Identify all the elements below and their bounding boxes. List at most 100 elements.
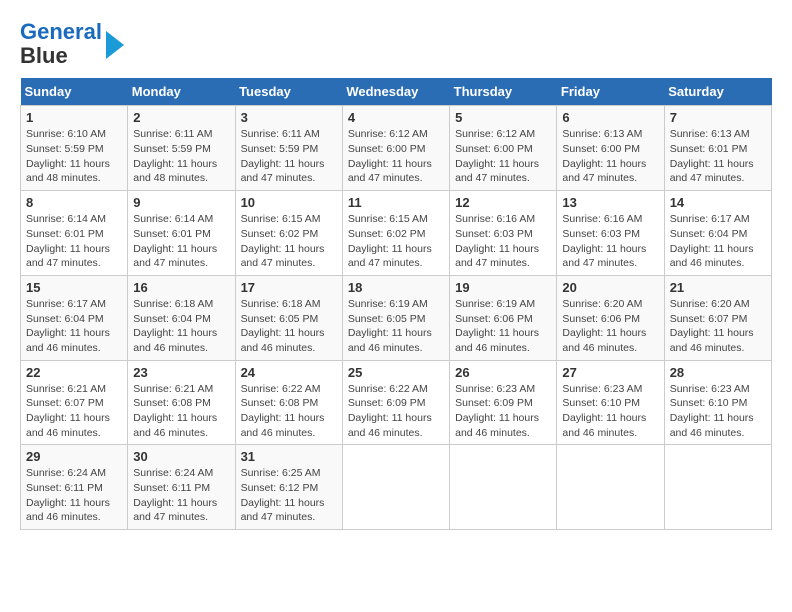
calendar-day-cell: 8 Sunrise: 6:14 AMSunset: 6:01 PMDayligh… <box>21 191 128 276</box>
day-detail: Sunrise: 6:23 AMSunset: 6:10 PMDaylight:… <box>670 382 766 441</box>
day-detail: Sunrise: 6:13 AMSunset: 6:01 PMDaylight:… <box>670 127 766 186</box>
day-number: 30 <box>133 449 229 464</box>
day-detail: Sunrise: 6:12 AMSunset: 6:00 PMDaylight:… <box>348 127 444 186</box>
day-detail: Sunrise: 6:24 AMSunset: 6:11 PMDaylight:… <box>133 466 229 525</box>
day-number: 19 <box>455 280 551 295</box>
day-detail: Sunrise: 6:10 AMSunset: 5:59 PMDaylight:… <box>26 127 122 186</box>
day-number: 28 <box>670 365 766 380</box>
calendar-day-cell: 6 Sunrise: 6:13 AMSunset: 6:00 PMDayligh… <box>557 106 664 191</box>
day-number: 27 <box>562 365 658 380</box>
day-header-friday: Friday <box>557 78 664 106</box>
day-detail: Sunrise: 6:19 AMSunset: 6:05 PMDaylight:… <box>348 297 444 356</box>
day-number: 9 <box>133 195 229 210</box>
calendar-day-cell: 30 Sunrise: 6:24 AMSunset: 6:11 PMDaylig… <box>128 445 235 530</box>
day-number: 11 <box>348 195 444 210</box>
calendar-day-cell: 12 Sunrise: 6:16 AMSunset: 6:03 PMDaylig… <box>450 191 557 276</box>
calendar-day-cell: 18 Sunrise: 6:19 AMSunset: 6:05 PMDaylig… <box>342 275 449 360</box>
day-number: 2 <box>133 110 229 125</box>
day-header-sunday: Sunday <box>21 78 128 106</box>
day-detail: Sunrise: 6:14 AMSunset: 6:01 PMDaylight:… <box>26 212 122 271</box>
day-number: 7 <box>670 110 766 125</box>
calendar-day-cell: 17 Sunrise: 6:18 AMSunset: 6:05 PMDaylig… <box>235 275 342 360</box>
calendar-week-row: 1 Sunrise: 6:10 AMSunset: 5:59 PMDayligh… <box>21 106 772 191</box>
day-number: 23 <box>133 365 229 380</box>
calendar-day-cell: 9 Sunrise: 6:14 AMSunset: 6:01 PMDayligh… <box>128 191 235 276</box>
calendar-day-cell: 19 Sunrise: 6:19 AMSunset: 6:06 PMDaylig… <box>450 275 557 360</box>
day-detail: Sunrise: 6:20 AMSunset: 6:07 PMDaylight:… <box>670 297 766 356</box>
day-header-tuesday: Tuesday <box>235 78 342 106</box>
page-header: GeneralBlue <box>20 20 772 68</box>
day-number: 17 <box>241 280 337 295</box>
day-number: 22 <box>26 365 122 380</box>
calendar-day-cell: 10 Sunrise: 6:15 AMSunset: 6:02 PMDaylig… <box>235 191 342 276</box>
day-detail: Sunrise: 6:15 AMSunset: 6:02 PMDaylight:… <box>348 212 444 271</box>
day-number: 15 <box>26 280 122 295</box>
day-detail: Sunrise: 6:21 AMSunset: 6:08 PMDaylight:… <box>133 382 229 441</box>
day-detail: Sunrise: 6:16 AMSunset: 6:03 PMDaylight:… <box>455 212 551 271</box>
calendar-header-row: SundayMondayTuesdayWednesdayThursdayFrid… <box>21 78 772 106</box>
day-detail: Sunrise: 6:13 AMSunset: 6:00 PMDaylight:… <box>562 127 658 186</box>
calendar-day-cell: 29 Sunrise: 6:24 AMSunset: 6:11 PMDaylig… <box>21 445 128 530</box>
day-detail: Sunrise: 6:14 AMSunset: 6:01 PMDaylight:… <box>133 212 229 271</box>
day-detail: Sunrise: 6:23 AMSunset: 6:09 PMDaylight:… <box>455 382 551 441</box>
day-number: 13 <box>562 195 658 210</box>
calendar-day-cell: 31 Sunrise: 6:25 AMSunset: 6:12 PMDaylig… <box>235 445 342 530</box>
empty-cell <box>557 445 664 530</box>
day-detail: Sunrise: 6:22 AMSunset: 6:09 PMDaylight:… <box>348 382 444 441</box>
calendar-day-cell: 21 Sunrise: 6:20 AMSunset: 6:07 PMDaylig… <box>664 275 771 360</box>
calendar-day-cell: 14 Sunrise: 6:17 AMSunset: 6:04 PMDaylig… <box>664 191 771 276</box>
day-detail: Sunrise: 6:24 AMSunset: 6:11 PMDaylight:… <box>26 466 122 525</box>
day-number: 26 <box>455 365 551 380</box>
calendar-day-cell: 7 Sunrise: 6:13 AMSunset: 6:01 PMDayligh… <box>664 106 771 191</box>
day-number: 8 <box>26 195 122 210</box>
day-number: 31 <box>241 449 337 464</box>
day-number: 6 <box>562 110 658 125</box>
day-number: 10 <box>241 195 337 210</box>
calendar-week-row: 15 Sunrise: 6:17 AMSunset: 6:04 PMDaylig… <box>21 275 772 360</box>
empty-cell <box>664 445 771 530</box>
day-number: 20 <box>562 280 658 295</box>
day-header-wednesday: Wednesday <box>342 78 449 106</box>
day-detail: Sunrise: 6:20 AMSunset: 6:06 PMDaylight:… <box>562 297 658 356</box>
calendar-day-cell: 13 Sunrise: 6:16 AMSunset: 6:03 PMDaylig… <box>557 191 664 276</box>
day-number: 18 <box>348 280 444 295</box>
calendar-day-cell: 23 Sunrise: 6:21 AMSunset: 6:08 PMDaylig… <box>128 360 235 445</box>
calendar-day-cell: 16 Sunrise: 6:18 AMSunset: 6:04 PMDaylig… <box>128 275 235 360</box>
calendar-day-cell: 20 Sunrise: 6:20 AMSunset: 6:06 PMDaylig… <box>557 275 664 360</box>
empty-cell <box>450 445 557 530</box>
calendar-day-cell: 28 Sunrise: 6:23 AMSunset: 6:10 PMDaylig… <box>664 360 771 445</box>
day-number: 16 <box>133 280 229 295</box>
day-detail: Sunrise: 6:19 AMSunset: 6:06 PMDaylight:… <box>455 297 551 356</box>
day-number: 3 <box>241 110 337 125</box>
day-detail: Sunrise: 6:22 AMSunset: 6:08 PMDaylight:… <box>241 382 337 441</box>
day-number: 14 <box>670 195 766 210</box>
day-detail: Sunrise: 6:21 AMSunset: 6:07 PMDaylight:… <box>26 382 122 441</box>
logo: GeneralBlue <box>20 20 124 68</box>
empty-cell <box>342 445 449 530</box>
day-detail: Sunrise: 6:17 AMSunset: 6:04 PMDaylight:… <box>670 212 766 271</box>
day-header-thursday: Thursday <box>450 78 557 106</box>
calendar-day-cell: 22 Sunrise: 6:21 AMSunset: 6:07 PMDaylig… <box>21 360 128 445</box>
day-header-saturday: Saturday <box>664 78 771 106</box>
day-detail: Sunrise: 6:18 AMSunset: 6:05 PMDaylight:… <box>241 297 337 356</box>
day-number: 29 <box>26 449 122 464</box>
calendar-day-cell: 11 Sunrise: 6:15 AMSunset: 6:02 PMDaylig… <box>342 191 449 276</box>
day-number: 4 <box>348 110 444 125</box>
day-detail: Sunrise: 6:11 AMSunset: 5:59 PMDaylight:… <box>133 127 229 186</box>
day-number: 24 <box>241 365 337 380</box>
day-number: 1 <box>26 110 122 125</box>
calendar-day-cell: 3 Sunrise: 6:11 AMSunset: 5:59 PMDayligh… <box>235 106 342 191</box>
calendar-day-cell: 26 Sunrise: 6:23 AMSunset: 6:09 PMDaylig… <box>450 360 557 445</box>
day-detail: Sunrise: 6:17 AMSunset: 6:04 PMDaylight:… <box>26 297 122 356</box>
day-detail: Sunrise: 6:25 AMSunset: 6:12 PMDaylight:… <box>241 466 337 525</box>
calendar-day-cell: 4 Sunrise: 6:12 AMSunset: 6:00 PMDayligh… <box>342 106 449 191</box>
day-detail: Sunrise: 6:12 AMSunset: 6:00 PMDaylight:… <box>455 127 551 186</box>
day-number: 5 <box>455 110 551 125</box>
day-detail: Sunrise: 6:23 AMSunset: 6:10 PMDaylight:… <box>562 382 658 441</box>
day-detail: Sunrise: 6:18 AMSunset: 6:04 PMDaylight:… <box>133 297 229 356</box>
calendar-day-cell: 2 Sunrise: 6:11 AMSunset: 5:59 PMDayligh… <box>128 106 235 191</box>
day-number: 25 <box>348 365 444 380</box>
calendar-day-cell: 24 Sunrise: 6:22 AMSunset: 6:08 PMDaylig… <box>235 360 342 445</box>
day-detail: Sunrise: 6:15 AMSunset: 6:02 PMDaylight:… <box>241 212 337 271</box>
day-detail: Sunrise: 6:16 AMSunset: 6:03 PMDaylight:… <box>562 212 658 271</box>
